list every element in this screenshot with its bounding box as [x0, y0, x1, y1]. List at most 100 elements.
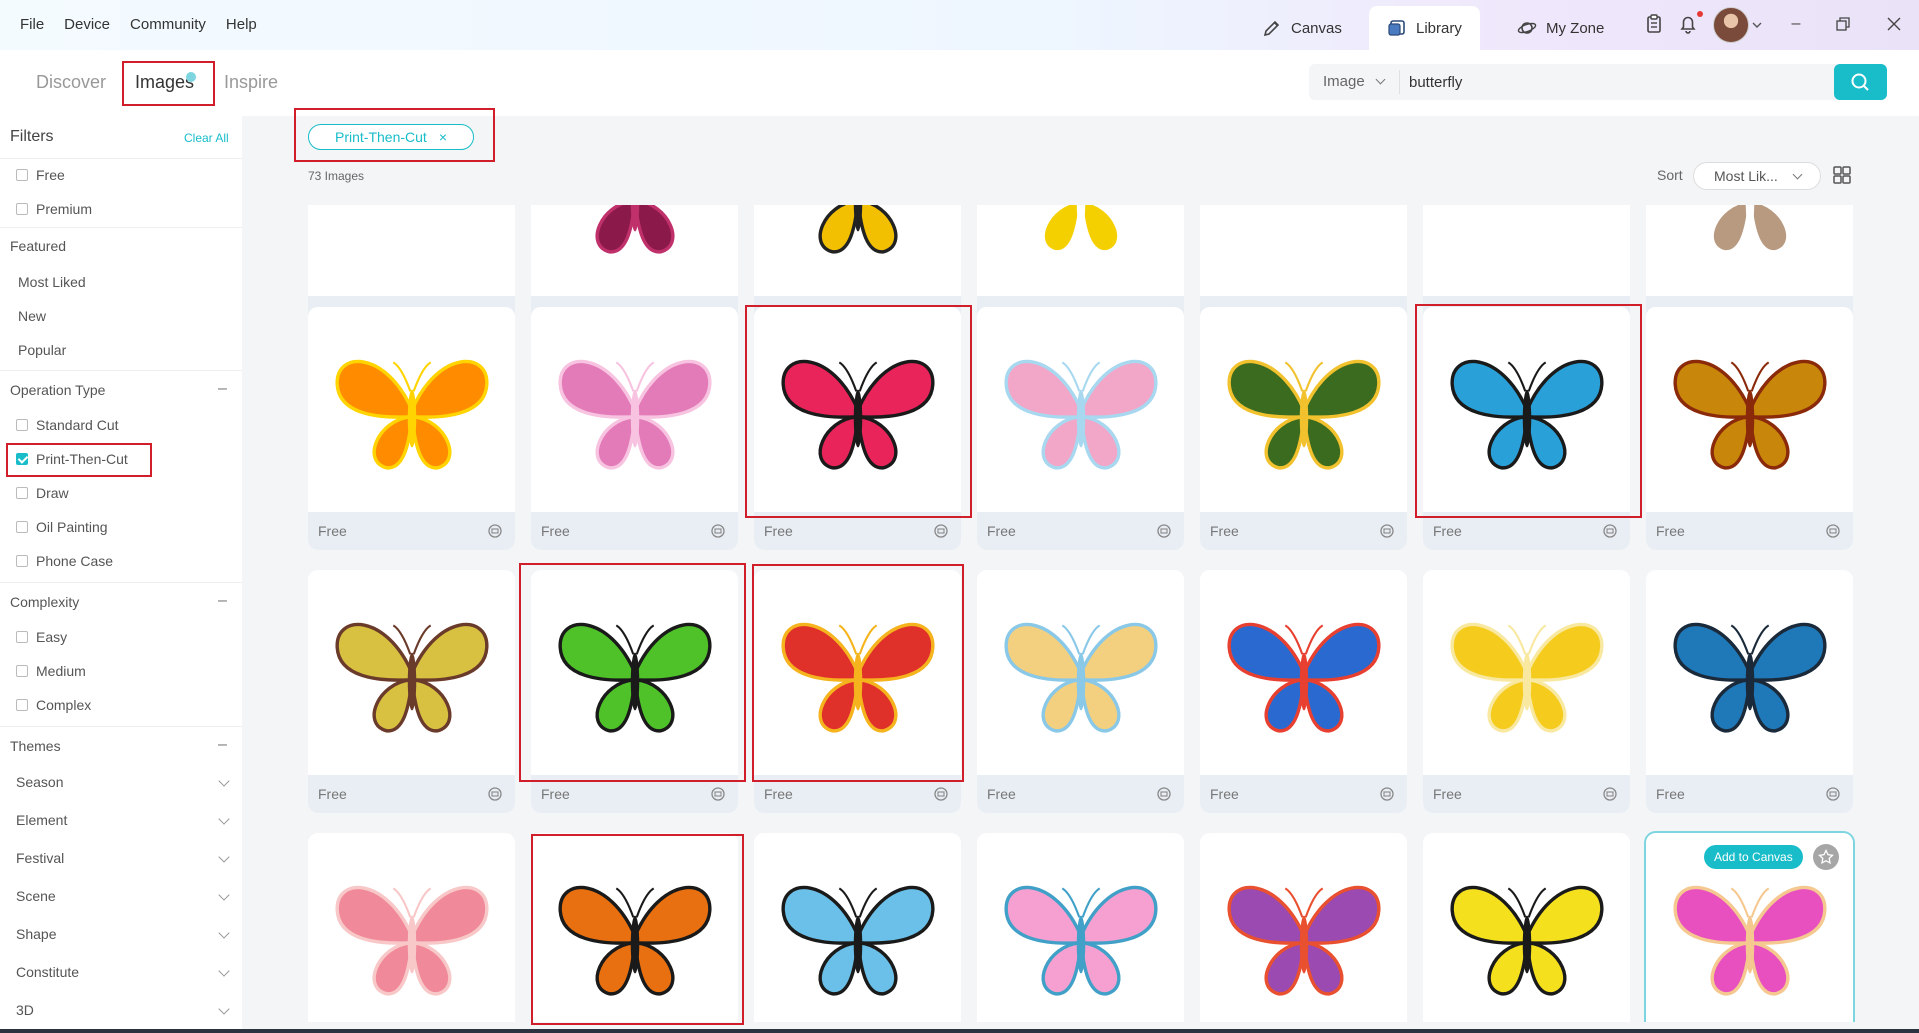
- menu-community[interactable]: Community: [130, 16, 206, 33]
- search-input[interactable]: [1409, 68, 1829, 96]
- card-thumbnail[interactable]: [531, 307, 738, 512]
- image-card[interactable]: Free: [531, 570, 738, 813]
- card-thumbnail[interactable]: [308, 205, 515, 296]
- bell-icon[interactable]: [1677, 13, 1699, 35]
- chevron-down-icon[interactable]: [1752, 20, 1762, 30]
- sort-select[interactable]: Most Lik...: [1693, 162, 1821, 190]
- filter-easy[interactable]: Easy: [16, 629, 67, 645]
- favorite-button[interactable]: [1813, 844, 1839, 870]
- collapse-complexity-button[interactable]: –: [218, 592, 227, 610]
- checkbox[interactable]: [16, 665, 28, 677]
- theme-constitute[interactable]: Constitute: [16, 964, 79, 980]
- card-thumbnail[interactable]: [1200, 570, 1407, 775]
- collapse-themes-button[interactable]: –: [218, 736, 227, 754]
- image-card[interactable]: Free: [308, 307, 515, 550]
- card-thumbnail[interactable]: [308, 833, 515, 1022]
- image-card[interactable]: Free: [977, 570, 1184, 813]
- image-card[interactable]: Free: [308, 833, 515, 1022]
- tab-discover[interactable]: Discover: [36, 72, 106, 93]
- image-card[interactable]: Free: [1200, 833, 1407, 1022]
- card-thumbnail[interactable]: [308, 570, 515, 775]
- checkbox[interactable]: [16, 555, 28, 567]
- menu-device[interactable]: Device: [64, 16, 110, 33]
- card-thumbnail[interactable]: [977, 205, 1184, 296]
- card-thumbnail[interactable]: [1646, 307, 1853, 512]
- checkbox[interactable]: [16, 699, 28, 711]
- card-thumbnail[interactable]: [977, 307, 1184, 512]
- search-button[interactable]: [1834, 64, 1887, 100]
- clipboard-icon[interactable]: [1643, 13, 1665, 35]
- card-thumbnail[interactable]: [754, 570, 961, 775]
- image-card[interactable]: Free: [977, 307, 1184, 550]
- clear-all-link[interactable]: Clear All: [184, 131, 229, 145]
- filter-phone-case[interactable]: Phone Case: [16, 553, 113, 569]
- tab-my-zone[interactable]: My Zone: [1499, 6, 1622, 50]
- image-card[interactable]: Free: [531, 833, 738, 1022]
- theme-element[interactable]: Element: [16, 812, 67, 828]
- theme-season[interactable]: Season: [16, 774, 63, 790]
- tab-canvas[interactable]: Canvas: [1244, 6, 1360, 50]
- checkbox[interactable]: [16, 631, 28, 643]
- image-card[interactable]: Free: [754, 307, 961, 550]
- image-card[interactable]: Free: [1200, 570, 1407, 813]
- checkbox[interactable]: [16, 521, 28, 533]
- card-thumbnail[interactable]: [1646, 205, 1853, 296]
- featured-most-liked[interactable]: Most Liked: [18, 274, 86, 290]
- card-thumbnail[interactable]: [754, 833, 961, 1022]
- card-thumbnail[interactable]: [1200, 833, 1407, 1022]
- chip-remove-button[interactable]: ×: [439, 129, 447, 145]
- tab-inspire[interactable]: Inspire: [224, 72, 278, 93]
- filter-print-then-cut[interactable]: Print-Then-Cut: [16, 451, 128, 467]
- image-card[interactable]: FreeAdd to Canvas: [1644, 831, 1855, 1022]
- card-thumbnail[interactable]: [308, 307, 515, 512]
- theme-scene[interactable]: Scene: [16, 888, 56, 904]
- card-thumbnail[interactable]: [1423, 833, 1630, 1022]
- card-thumbnail[interactable]: [754, 307, 961, 512]
- image-card[interactable]: Free: [1646, 307, 1853, 550]
- grid-view-icon[interactable]: [1833, 166, 1851, 184]
- filter-complex[interactable]: Complex: [16, 697, 91, 713]
- card-thumbnail[interactable]: [531, 205, 738, 296]
- checkbox[interactable]: [16, 169, 28, 181]
- menu-file[interactable]: File: [20, 16, 44, 33]
- add-to-canvas-button[interactable]: Add to Canvas: [1704, 845, 1803, 869]
- card-thumbnail[interactable]: [1646, 570, 1853, 775]
- featured-new[interactable]: New: [18, 308, 46, 324]
- image-card[interactable]: Free: [977, 833, 1184, 1022]
- menu-help[interactable]: Help: [226, 16, 257, 33]
- checkbox[interactable]: [16, 487, 28, 499]
- image-card[interactable]: Free: [1646, 570, 1853, 813]
- filter-premium[interactable]: Premium: [16, 201, 92, 217]
- checkbox-checked[interactable]: [16, 453, 28, 465]
- image-card[interactable]: Free: [1423, 307, 1630, 550]
- card-thumbnail[interactable]: [1423, 205, 1630, 296]
- theme-3d[interactable]: 3D: [16, 1002, 34, 1018]
- card-thumbnail[interactable]: [531, 570, 738, 775]
- image-card[interactable]: Free: [1423, 833, 1630, 1022]
- card-thumbnail[interactable]: [977, 833, 1184, 1022]
- filter-draw[interactable]: Draw: [16, 485, 69, 501]
- checkbox[interactable]: [16, 419, 28, 431]
- image-card[interactable]: Free: [754, 570, 961, 813]
- image-card[interactable]: Free: [1423, 570, 1630, 813]
- minimize-button[interactable]: –: [1786, 14, 1806, 34]
- filter-standard-cut[interactable]: Standard Cut: [16, 417, 119, 433]
- search-type-select[interactable]: Image: [1323, 73, 1386, 90]
- card-thumbnail[interactable]: [754, 205, 961, 296]
- avatar[interactable]: [1713, 7, 1749, 43]
- close-icon[interactable]: [1886, 16, 1902, 32]
- card-thumbnail[interactable]: [1200, 205, 1407, 296]
- image-card[interactable]: Free: [754, 833, 961, 1022]
- image-card[interactable]: Free: [308, 570, 515, 813]
- filter-oil-painting[interactable]: Oil Painting: [16, 519, 108, 535]
- card-thumbnail[interactable]: [1200, 307, 1407, 512]
- filter-free[interactable]: Free: [16, 167, 65, 183]
- image-card[interactable]: Free: [1200, 307, 1407, 550]
- filter-medium[interactable]: Medium: [16, 663, 86, 679]
- theme-shape[interactable]: Shape: [16, 926, 56, 942]
- image-card[interactable]: Free: [531, 307, 738, 550]
- theme-festival[interactable]: Festival: [16, 850, 64, 866]
- collapse-operation-button[interactable]: –: [218, 380, 227, 398]
- featured-popular[interactable]: Popular: [18, 342, 66, 358]
- tab-library[interactable]: Library: [1369, 6, 1480, 50]
